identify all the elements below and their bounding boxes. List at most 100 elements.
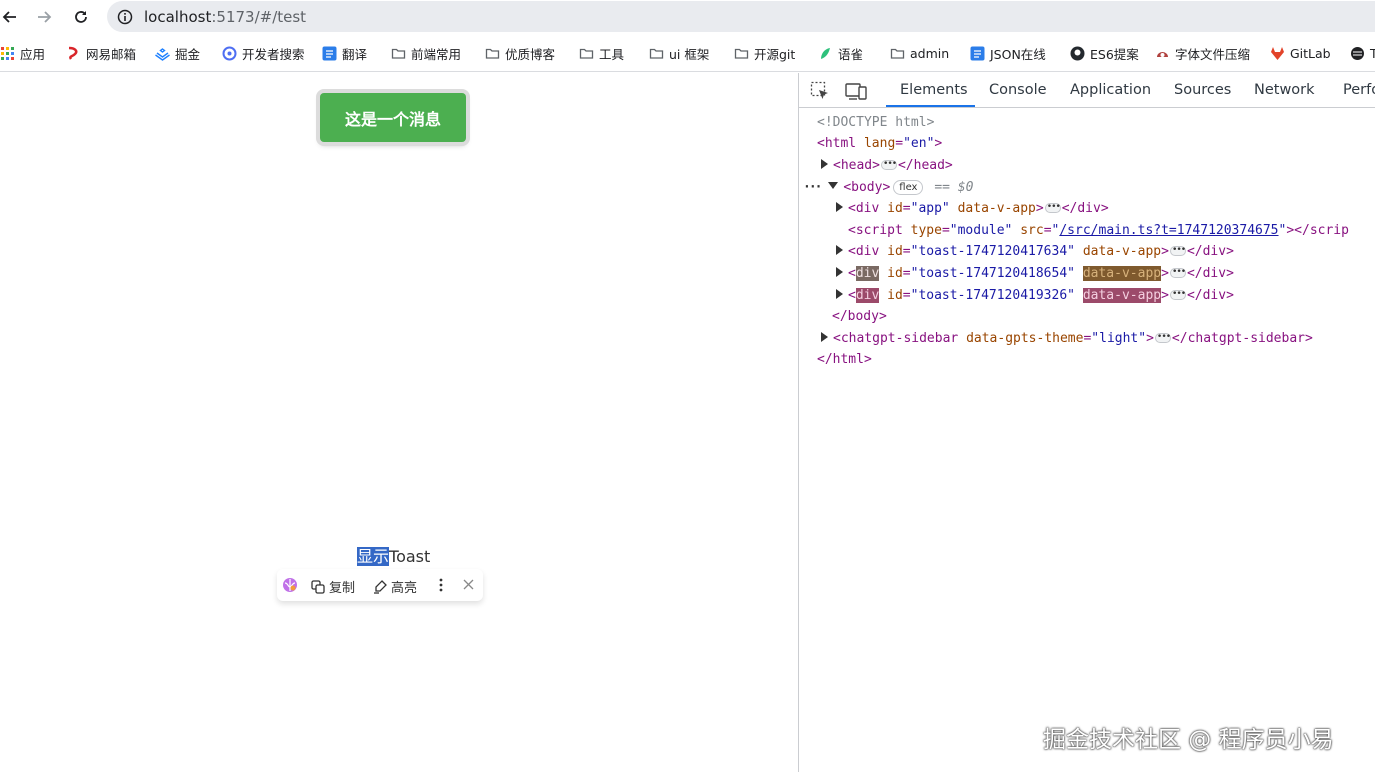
dom-chatgpt-sidebar[interactable]: <chatgpt-sidebar data-gpts-theme="light"… xyxy=(821,327,1313,349)
tab-performance[interactable]: Perfor xyxy=(1343,82,1375,98)
back-button[interactable] xyxy=(0,5,22,29)
tab-network[interactable]: Network xyxy=(1254,82,1315,98)
dom-body-close[interactable]: </body> xyxy=(832,306,887,327)
src-link[interactable]: /src/main.ts?t=1747120374675 xyxy=(1059,223,1278,238)
expand-arrow-icon[interactable] xyxy=(836,202,843,212)
bookmark-item[interactable]: 工具 xyxy=(579,44,624,62)
bookmark-item[interactable]: JSON在线 xyxy=(970,44,1046,62)
bookmark-item[interactable]: T xyxy=(1350,44,1375,62)
url-path: :5173/#/test xyxy=(211,8,307,26)
bookmark-label: ui 框架 xyxy=(669,46,710,62)
tab-application[interactable]: Application xyxy=(1070,82,1151,98)
expand-arrow-icon[interactable] xyxy=(821,332,828,342)
devtools-panel: Elements Console Application Sources Net… xyxy=(798,73,1375,772)
dom-head-node[interactable]: <head> </head> xyxy=(821,154,953,176)
id-attr: id xyxy=(887,244,903,259)
brain-icon[interactable] xyxy=(282,577,298,593)
bookmark-item[interactable]: ES6提案 xyxy=(1070,44,1139,62)
url-text[interactable]: localhost:5173/#/test xyxy=(144,8,306,26)
copy-icon xyxy=(311,579,325,594)
highlighter-icon xyxy=(374,579,387,594)
dom-html-open[interactable]: <html lang="en"> xyxy=(817,133,942,154)
div-close-tag: </div> xyxy=(1186,266,1234,281)
dom-app-div[interactable]: <div id="app" data-v-app></div> xyxy=(836,197,1109,219)
tab-sources[interactable]: Sources xyxy=(1174,82,1231,98)
bookmark-item[interactable]: 优质博客 xyxy=(485,44,555,62)
folder-icon xyxy=(890,46,905,61)
apps-grid-icon xyxy=(0,46,15,61)
ellipsis-icon[interactable] xyxy=(1154,327,1171,348)
close-icon[interactable] xyxy=(463,579,474,590)
bookmark-item[interactable]: 应用 xyxy=(0,44,45,62)
copy-button[interactable]: 复制 xyxy=(311,577,355,596)
show-toast-button[interactable]: 显示Toast xyxy=(357,543,430,567)
device-toolbar-icon[interactable] xyxy=(845,81,867,101)
div-close-tag: </div> xyxy=(1061,201,1109,216)
flex-badge[interactable]: flex xyxy=(893,180,924,195)
head-close-tag: </head> xyxy=(897,158,953,173)
dom-doctype[interactable]: <!DOCTYPE html> xyxy=(817,112,934,133)
dom-body-node[interactable]: ··· <body> flex == $0 xyxy=(803,177,973,198)
lang-attr: lang xyxy=(863,136,896,151)
github-icon xyxy=(1070,46,1085,61)
expand-arrow-icon[interactable] xyxy=(836,289,843,299)
div-tag: div xyxy=(855,201,880,216)
data-v-app-attr: data-v-app xyxy=(957,201,1036,216)
font-compress-icon xyxy=(1155,46,1170,61)
highlight-label: 高亮 xyxy=(391,581,418,596)
bookmark-item[interactable]: GitLab xyxy=(1270,44,1331,62)
node-actions-icon[interactable]: ··· xyxy=(803,180,823,195)
selected-text: 显示 xyxy=(357,547,390,566)
theme-attr: data-gpts-theme xyxy=(966,331,1084,346)
tab-elements[interactable]: Elements xyxy=(900,82,968,98)
div-close-tag: </div> xyxy=(1186,288,1234,303)
site-info-icon[interactable] xyxy=(117,9,133,25)
collapse-arrow-icon[interactable] xyxy=(828,182,839,189)
highlight-button[interactable]: 高亮 xyxy=(373,577,417,596)
bookmark-item[interactable]: 掘金 xyxy=(155,44,200,62)
address-bar[interactable]: localhost:5173/#/test xyxy=(107,1,1375,32)
dom-toast-div-3[interactable]: <div id="toast-1747120419326" data-v-app… xyxy=(836,284,1234,306)
bookmark-item[interactable]: 前端常用 xyxy=(391,44,461,62)
bookmark-item[interactable]: 开源git xyxy=(734,44,795,62)
inspect-element-icon[interactable] xyxy=(810,81,830,101)
bookmark-item[interactable]: 翻译 xyxy=(322,44,367,62)
html-tag: <html xyxy=(817,136,857,151)
ellipsis-icon[interactable] xyxy=(880,154,897,175)
dom-toast-div-2[interactable]: <div id="toast-1747120418654" data-v-app… xyxy=(836,262,1234,284)
theme-value: "light" xyxy=(1091,331,1147,346)
bookmark-item[interactable]: ui 框架 xyxy=(649,44,709,62)
bookmark-item[interactable]: 语雀 xyxy=(818,44,863,62)
dom-script-node[interactable]: <script type="module" src="/src/main.ts?… xyxy=(848,220,1349,241)
yuque-icon xyxy=(818,46,833,61)
bookmark-item[interactable]: 开发者搜索 xyxy=(222,44,305,62)
expand-arrow-icon[interactable] xyxy=(821,159,828,169)
ellipsis-icon[interactable] xyxy=(1169,284,1186,305)
more-vertical-icon[interactable] xyxy=(436,577,446,593)
devtools-tabbar: Elements Console Application Sources Net… xyxy=(799,73,1375,108)
ellipsis-icon[interactable] xyxy=(1169,240,1186,261)
script-tag: <script xyxy=(848,223,903,238)
dom-html-close[interactable]: </html> xyxy=(817,349,872,370)
type-attr: type xyxy=(910,223,942,238)
tab-console[interactable]: Console xyxy=(989,82,1047,98)
bookmark-item[interactable]: admin xyxy=(890,44,949,62)
bookmark-label: 前端常用 xyxy=(411,46,462,62)
reload-button[interactable] xyxy=(69,5,93,29)
dom-toast-div-1[interactable]: <div id="toast-1747120417634" data-v-app… xyxy=(836,240,1234,262)
translate-icon xyxy=(322,46,337,61)
bookmark-label: 字体文件压缩 xyxy=(1175,46,1251,62)
lang-value: "en" xyxy=(903,136,935,151)
folder-icon xyxy=(734,46,749,61)
div-tag: div xyxy=(855,244,880,259)
forward-button[interactable] xyxy=(32,5,56,29)
juejin-icon xyxy=(155,46,170,61)
bookmark-item[interactable]: 网易邮箱 xyxy=(66,44,136,62)
bookmark-item[interactable]: 字体文件压缩 xyxy=(1155,44,1250,62)
ellipsis-icon[interactable] xyxy=(1044,197,1061,218)
netease-mail-icon xyxy=(66,46,81,61)
id-value: "toast-1747120419326" xyxy=(910,288,1075,303)
expand-arrow-icon[interactable] xyxy=(836,267,843,277)
ellipsis-icon[interactable] xyxy=(1169,262,1186,283)
expand-arrow-icon[interactable] xyxy=(836,245,843,255)
